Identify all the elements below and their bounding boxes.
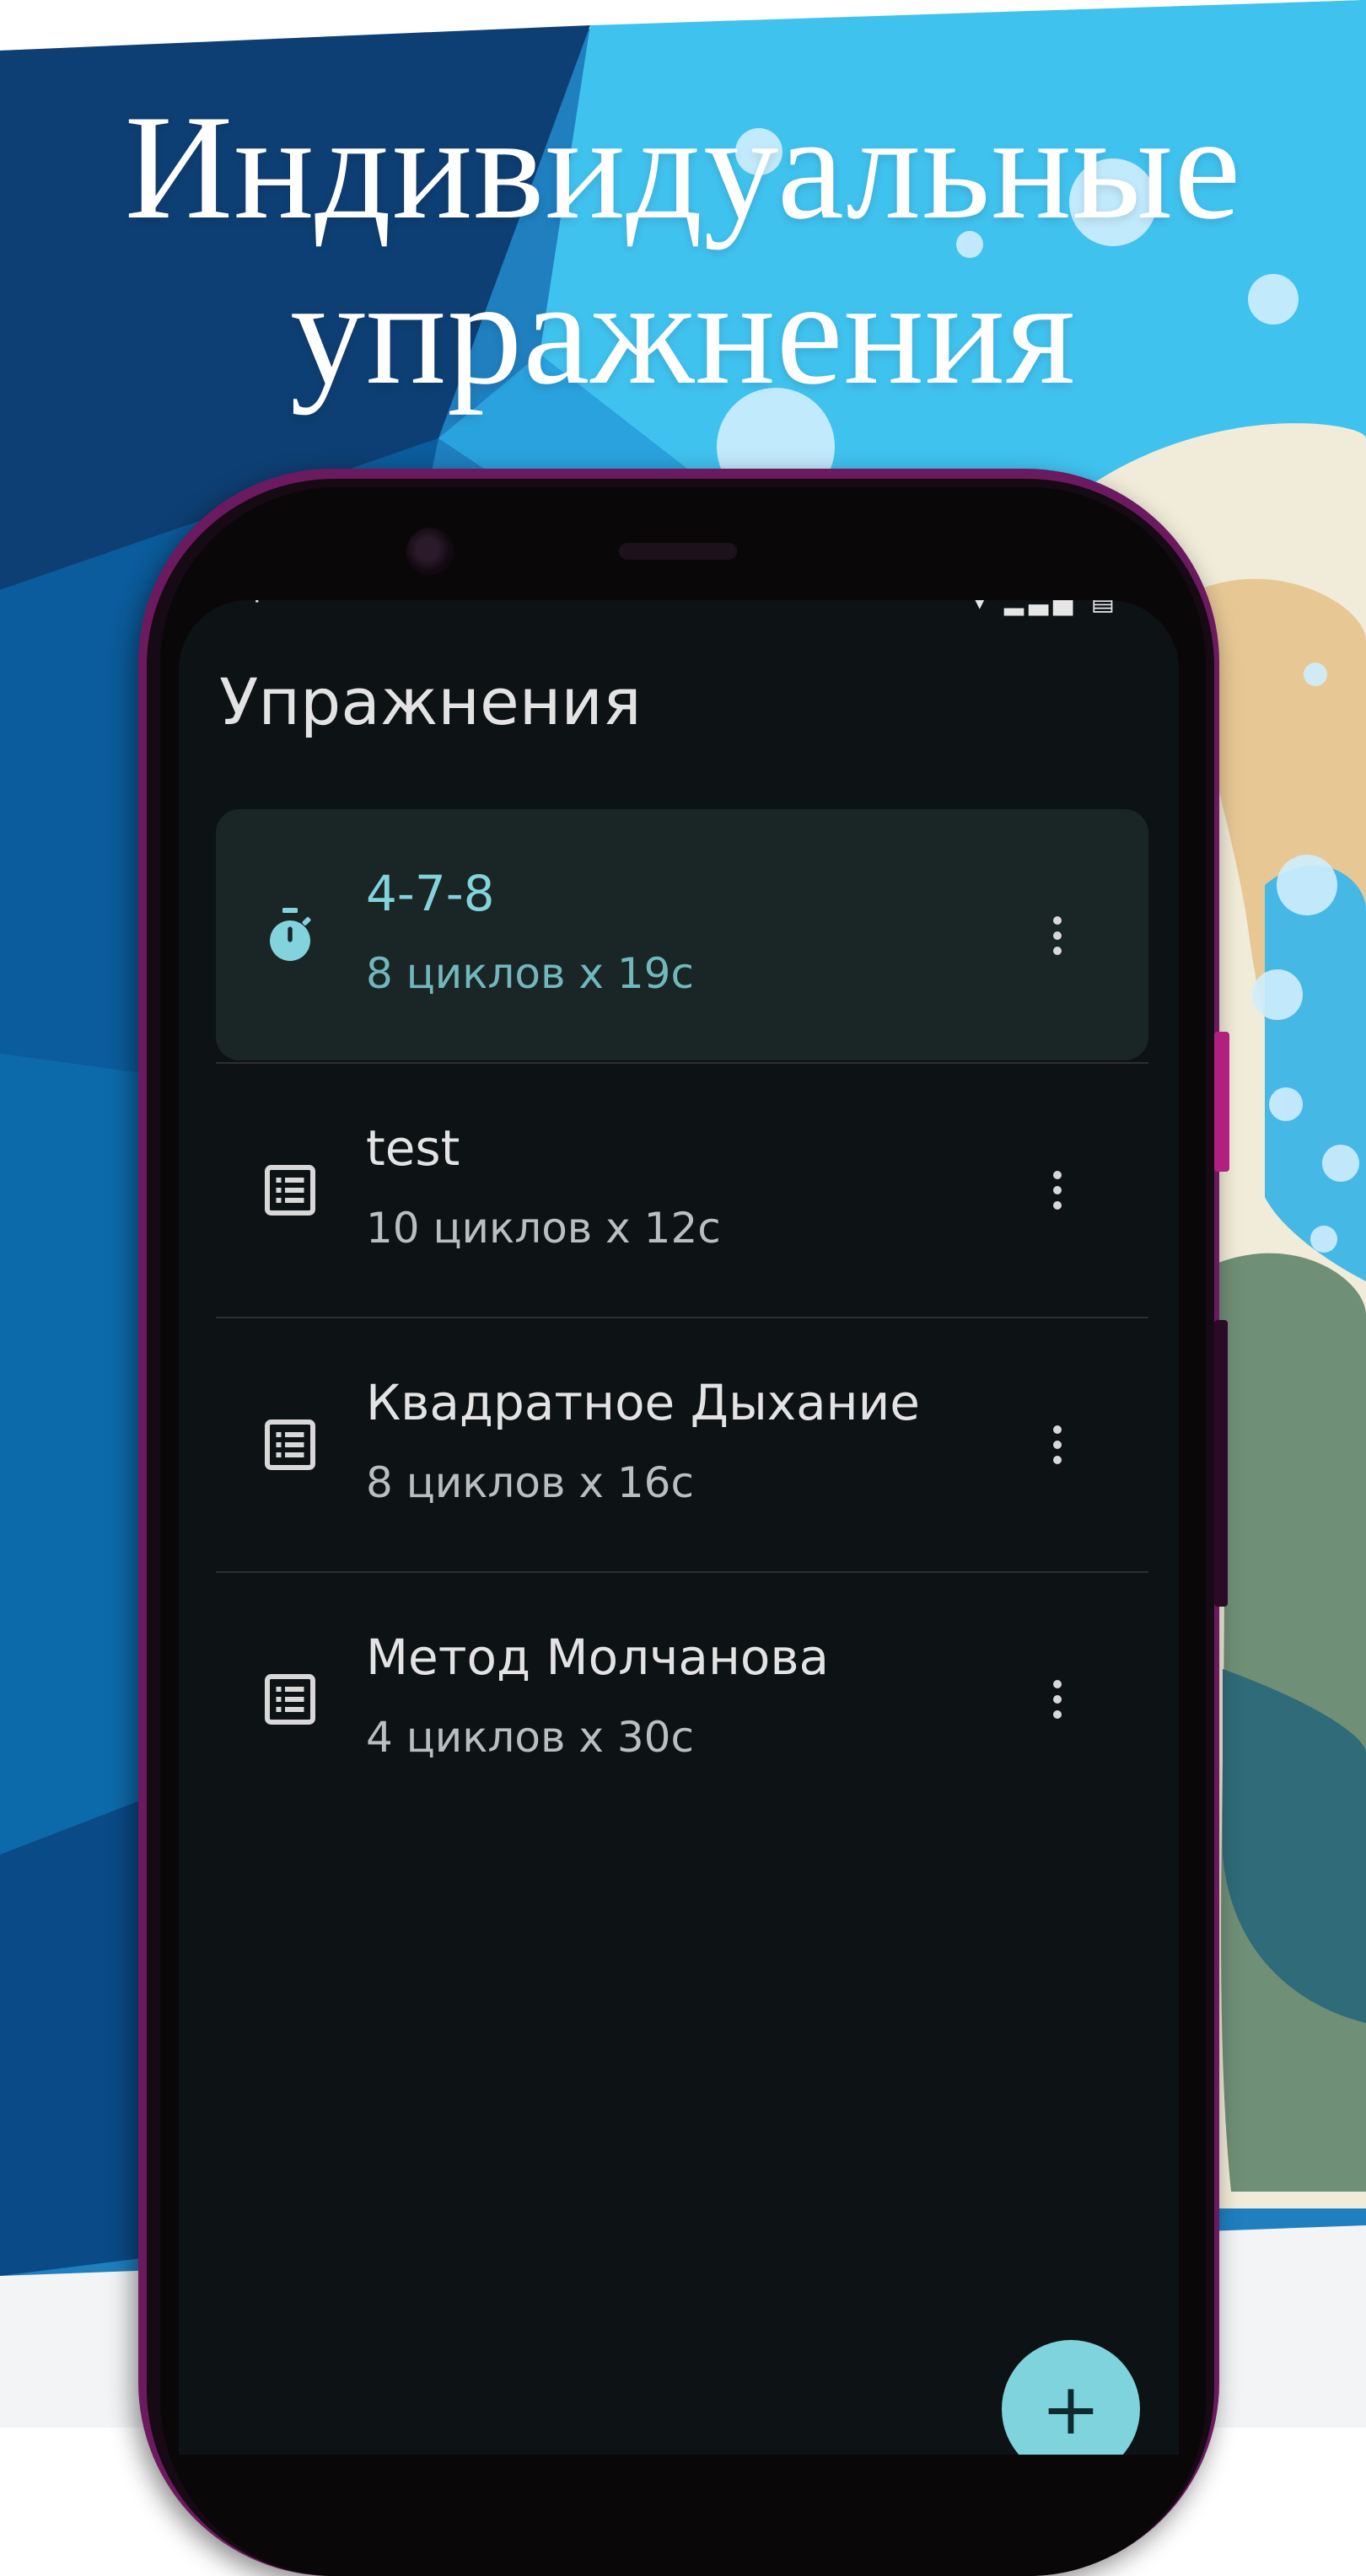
item-subtitle: 8 циклов x 16c [366, 1458, 694, 1507]
power-button [1214, 1320, 1228, 1607]
item-title: 4-7-8 [366, 865, 495, 922]
item-title: Квадратное Дыхание [366, 1374, 920, 1431]
promo-poster: Индивидуальные упражнения · ▾ ▂▃▅ ▤ Упра… [0, 0, 1366, 2576]
app-screen: · ▾ ▂▃▅ ▤ Упражнения 4-7-8 8 циклов x 19… [179, 600, 1179, 2455]
more-options-icon[interactable] [1041, 1157, 1074, 1224]
list-icon [265, 1165, 315, 1216]
status-time: · [253, 600, 261, 616]
status-bar: · ▾ ▂▃▅ ▤ [179, 600, 1179, 620]
list-icon [265, 1419, 315, 1470]
item-subtitle: 8 циклов x 19c [366, 949, 694, 998]
status-icons: ▾ ▂▃▅ ▤ [973, 600, 1120, 616]
headline-line-1: Индивидуальные [124, 83, 1242, 250]
headline-line-2: упражнения [290, 249, 1076, 416]
add-exercise-button[interactable]: + [1002, 2340, 1140, 2455]
item-title: Метод Молчанова [366, 1629, 830, 1686]
page-title: Упражнения [219, 664, 642, 739]
headline: Индивидуальные упражнения [0, 84, 1366, 415]
item-title: test [366, 1119, 460, 1177]
list-item[interactable]: 4-7-8 8 циклов x 19c [216, 809, 1148, 1064]
front-camera [406, 528, 454, 575]
selected-card [216, 809, 1148, 1060]
list-item[interactable]: test 10 циклов x 12c [216, 1064, 1148, 1318]
exercise-list: 4-7-8 8 циклов x 19c test 10 циклов x 12… [216, 809, 1148, 1826]
more-options-icon[interactable] [1041, 1411, 1074, 1479]
timer-icon [270, 908, 311, 961]
more-options-icon[interactable] [1041, 1666, 1074, 1733]
volume-button [1214, 1032, 1229, 1172]
list-icon [265, 1674, 315, 1725]
more-options-icon[interactable] [1041, 902, 1074, 969]
list-item[interactable]: Метод Молчанова 4 циклов x 30c [216, 1573, 1148, 1826]
list-item[interactable]: Квадратное Дыхание 8 циклов x 16c [216, 1318, 1148, 1573]
item-subtitle: 4 циклов x 30c [366, 1713, 694, 1762]
earpiece-speaker [619, 543, 737, 560]
item-subtitle: 10 циклов x 12c [366, 1204, 721, 1253]
